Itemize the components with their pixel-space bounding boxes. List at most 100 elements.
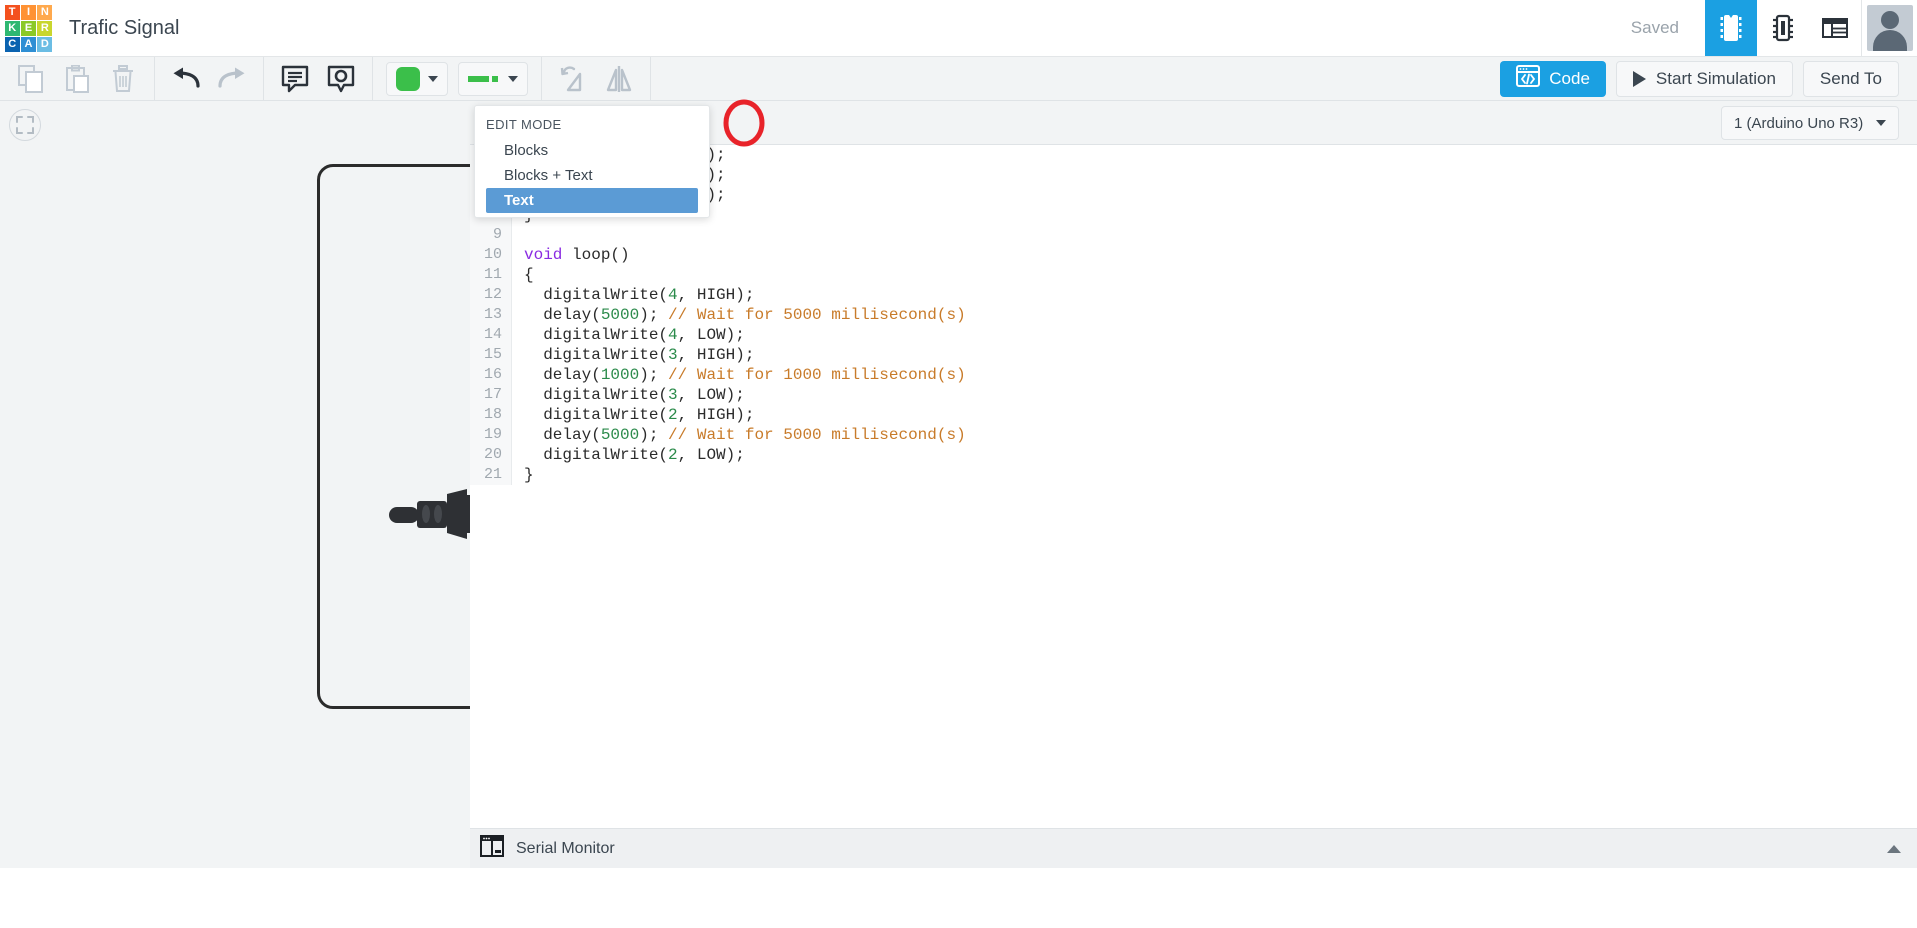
code-line: 10 void loop() <box>470 245 1917 265</box>
line-number: 13 <box>470 305 512 325</box>
line-number: 10 <box>470 245 512 265</box>
logo-tile-e: E <box>20 20 37 37</box>
logo-tile-a: A <box>20 37 37 53</box>
code-line-text: delay(5000); // Wait for 5000 millisecon… <box>524 426 966 444</box>
delete-button[interactable] <box>100 59 146 99</box>
chevron-down-icon <box>1876 120 1886 126</box>
tinkercad-circuits-app: TINKERCAD Trafic Signal Saved Code Start… <box>0 0 1917 928</box>
code-line: 9 <box>470 225 1917 245</box>
traffic-signal-body[interactable] <box>317 164 470 709</box>
code-line-text: digitalWrite(3, LOW); <box>524 386 745 404</box>
chevron-down-icon <box>508 75 518 82</box>
code-line: 19 delay(5000); // Wait for 5000 millise… <box>470 425 1917 445</box>
avatar-image <box>1866 5 1913 51</box>
code-button[interactable]: Code <box>1500 60 1606 97</box>
line-number: 16 <box>470 365 512 385</box>
line-number: 17 <box>470 385 512 405</box>
page-title[interactable]: Trafic Signal <box>57 0 179 56</box>
code-line: 20 digitalWrite(2, LOW); <box>470 445 1917 465</box>
start-simulation-button[interactable]: Start Simulation <box>1615 60 1793 97</box>
annotation-group <box>264 57 372 101</box>
logo-tile-d: D <box>37 37 53 53</box>
send-to-label: Send To <box>1819 68 1882 88</box>
traffic-signal-mount <box>389 489 470 539</box>
start-simulation-label: Start Simulation <box>1655 68 1776 88</box>
avatar[interactable] <box>1861 0 1917 56</box>
style-group <box>373 57 541 101</box>
code-line: 15 digitalWrite(3, HIGH); <box>470 345 1917 365</box>
rotate-button[interactable] <box>550 59 596 99</box>
edit-mode-item-blocks-text[interactable]: Blocks + Text <box>486 163 698 188</box>
code-icon <box>1516 65 1541 92</box>
edit-mode-dropdown-menu[interactable]: EDIT MODE Blocks Blocks + Text Text <box>474 105 710 218</box>
serial-monitor-icon <box>480 835 504 862</box>
line-number: 9 <box>470 225 512 245</box>
code-line: 16 delay(1000); // Wait for 1000 millise… <box>470 365 1917 385</box>
toolbar-divider <box>650 56 651 101</box>
code-line-text: digitalWrite(2, LOW); <box>524 446 745 464</box>
redo-button[interactable] <box>209 59 255 99</box>
serial-monitor-bar[interactable]: Serial Monitor <box>470 828 1917 868</box>
code-line-text: digitalWrite(3, HIGH); <box>524 346 755 364</box>
line-number: 11 <box>470 265 512 285</box>
logo-grid: TIN KER CAD <box>4 4 53 53</box>
history-group <box>155 57 263 101</box>
color-swatch <box>396 66 420 91</box>
tinkercad-logo[interactable]: TIN KER CAD <box>0 0 57 57</box>
undo-button[interactable] <box>163 59 209 99</box>
circuit-canvas[interactable] <box>0 101 470 928</box>
transform-group <box>542 57 650 101</box>
canvas-bottom-spacer <box>0 828 470 868</box>
line-number: 14 <box>470 325 512 345</box>
edit-mode-item-blocks[interactable]: Blocks <box>486 138 698 163</box>
notes-button[interactable] <box>272 59 318 99</box>
wire-style-picker[interactable] <box>458 61 528 96</box>
edit-mode-item-text[interactable]: Text <box>486 188 698 213</box>
code-line-text: digitalWrite(4, HIGH); <box>524 286 755 304</box>
line-number: 21 <box>470 465 512 485</box>
components-panel-icon[interactable] <box>1705 0 1757 56</box>
save-status: Saved <box>1630 18 1679 37</box>
serial-monitor-label: Serial Monitor <box>516 839 615 857</box>
circuits-panel-icon[interactable] <box>1757 0 1809 56</box>
code-text-area[interactable]: 5 pinMode(4, OUTPUT);6 pinMode(3, OUTPUT… <box>470 145 1917 828</box>
play-icon <box>1632 70 1646 87</box>
logo-tile-n: N <box>37 4 53 20</box>
comment-button[interactable] <box>318 59 364 99</box>
app-header: TIN KER CAD Trafic Signal Saved <box>0 0 1917 57</box>
clipboard-group <box>0 57 154 101</box>
fill-color-picker[interactable] <box>386 61 448 96</box>
code-line-text: digitalWrite(2, HIGH); <box>524 406 755 424</box>
line-number: 19 <box>470 425 512 445</box>
code-line: 18 digitalWrite(2, HIGH); <box>470 405 1917 425</box>
paste-button[interactable] <box>54 59 100 99</box>
code-line-text: { <box>524 266 534 284</box>
logo-tile-c: C <box>4 37 20 53</box>
toolbar-right-group: Code Start Simulation Send To <box>1500 60 1917 97</box>
code-line: 11 { <box>470 265 1917 285</box>
code-line-text: } <box>524 466 534 484</box>
copy-button[interactable] <box>8 59 54 99</box>
code-line-text: delay(1000); // Wait for 1000 millisecon… <box>524 366 966 384</box>
list-panel-icon[interactable] <box>1809 0 1861 56</box>
send-to-button[interactable]: Send To <box>1802 60 1899 97</box>
wire-sample <box>468 75 500 82</box>
fullscreen-button[interactable] <box>9 109 41 141</box>
line-number: 15 <box>470 345 512 365</box>
chevron-down-icon <box>428 75 438 82</box>
code-line: 13 delay(5000); // Wait for 5000 millise… <box>470 305 1917 325</box>
code-line: 17 digitalWrite(3, LOW); <box>470 385 1917 405</box>
code-line-text: void loop() <box>524 246 630 264</box>
board-selector[interactable]: 1 (Arduino Uno R3) <box>1721 106 1899 140</box>
logo-tile-t: T <box>4 4 20 20</box>
code-line-text: digitalWrite(4, LOW); <box>524 326 745 344</box>
logo-tile-i: I <box>20 4 37 20</box>
mirror-button[interactable] <box>596 59 642 99</box>
chevron-up-icon[interactable] <box>1887 844 1901 853</box>
board-selector-value: 1 (Arduino Uno R3) <box>1734 114 1864 132</box>
header-right-group: Saved <box>1605 0 1917 56</box>
code-line: 21} <box>470 465 1917 485</box>
main-toolbar: Code Start Simulation Send To <box>0 56 1917 101</box>
line-number: 20 <box>470 445 512 465</box>
